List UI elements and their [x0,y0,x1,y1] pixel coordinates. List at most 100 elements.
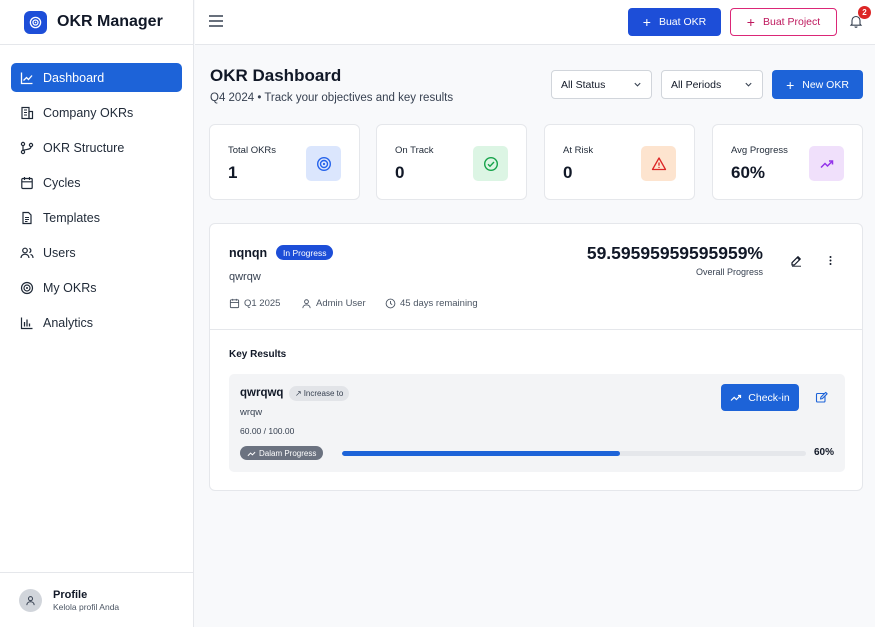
app-title: OKR Manager [57,13,163,30]
stat-label: At Risk [563,145,594,156]
okr-period: Q1 2025 [229,298,280,309]
chart-line-icon [20,72,33,84]
chevron-down-icon [634,82,641,87]
status-filter-select[interactable]: All Status [551,70,652,99]
sidebar-item-dashboard[interactable]: Dashboard [11,63,182,92]
edit-key-result-icon[interactable] [813,389,829,405]
chevron-down-icon [745,82,752,87]
sidebar-item-label: Dashboard [43,70,105,85]
overall-progress-label: Overall Progress [695,267,763,277]
divider [210,329,862,330]
plus-icon: + [786,76,795,93]
sidebar-item-label: Company OKRs [43,105,134,120]
key-result-progress-percent: 60% [813,447,834,458]
status-filter-value: All Status [561,78,606,91]
avatar [19,588,42,612]
period-filter-select[interactable]: All Periods [661,70,763,99]
stat-value: 0 [395,163,405,182]
stat-value: 60% [731,163,766,182]
brand: OKR Manager [0,0,193,45]
stat-label: Total OKRs [228,145,277,156]
edit-icon[interactable] [788,252,804,268]
topbar: + Buat OKR + Buat Project 2 [195,0,875,45]
new-okr-label: New OKR [802,78,849,91]
target-icon [20,281,34,294]
key-result-progress-bar [342,451,806,456]
arrow-up-right-icon: ↗ [295,389,302,398]
profile-text: Profile Kelola profil Anda [53,589,119,612]
stat-label: On Track [395,145,434,156]
calendar-icon [21,176,33,189]
okr-owner: Admin User [301,298,366,309]
key-result-title: qwrqwq [240,387,284,399]
structure-icon [20,141,34,154]
sidebar-item-okr-structure[interactable]: OKR Structure [11,133,182,162]
buat-okr-button[interactable]: + Buat OKR [628,8,721,36]
page-title: OKR Dashboard [210,66,342,85]
target-icon [306,146,341,181]
stat-card-avg-progress: Avg Progress 60% [712,124,863,200]
sidebar-item-label: OKR Structure [43,140,125,155]
trending-up-icon [730,394,742,401]
okr-owner-text: Admin User [316,298,366,309]
status-badge: In Progress [276,245,334,260]
user-icon [26,595,35,605]
key-result-description: wrqw [240,407,263,418]
profile-link[interactable]: Profile Kelola profil Anda [0,572,194,627]
check-in-button[interactable]: Check-in [721,384,799,411]
okr-description: qwrqw [229,271,261,283]
stat-label: Avg Progress [731,145,788,156]
users-icon [20,247,34,258]
stat-card-on-track: On Track 0 [376,124,527,200]
stat-card-total-okrs: Total OKRs 1 [209,124,360,200]
okr-remaining-text: 45 days remaining [400,298,478,309]
stat-value: 0 [563,163,573,182]
hamburger-menu-icon[interactable] [207,12,225,30]
stat-card-at-risk: At Risk 0 [544,124,695,200]
clock-icon [385,298,396,309]
warning-icon [641,146,676,181]
sidebar-item-templates[interactable]: Templates [11,203,182,232]
profile-subtitle: Kelola profil Anda [53,601,120,612]
buat-project-label: Buat Project [762,16,821,28]
key-results-heading: Key Results [229,349,287,360]
key-result-value: 60.00 / 100.00 [240,426,295,436]
trending-up-icon [809,146,844,181]
app-logo-icon [24,10,47,34]
more-vertical-icon[interactable] [822,252,838,268]
sidebar-item-label: Cycles [43,175,81,190]
key-result-progress-fill [342,451,621,456]
key-result-status-badge: Dalam Progress [240,446,324,460]
overall-progress-value: 59.59595959595959% [586,243,763,263]
sidebar-item-label: Analytics [43,315,94,330]
key-result-type-text: Increase to [303,389,344,398]
sidebar-item-cycles[interactable]: Cycles [11,168,182,197]
sidebar-item-my-okrs[interactable]: My OKRs [11,273,182,302]
okr-period-text: Q1 2025 [244,298,281,309]
building-icon [21,106,34,119]
key-result-item: qwrqwq ↗ Increase to wrqw 60.00 / 100.00… [229,374,845,472]
key-result-type-badge: ↗ Increase to [289,386,350,401]
key-result-status-text: Dalam Progress [259,448,317,458]
sidebar-item-label: My OKRs [43,280,97,295]
sidebar-item-users[interactable]: Users [11,238,182,267]
document-icon [22,211,32,224]
check-circle-icon [473,146,508,181]
page-subtitle: Q4 2024 • Track your objectives and key … [210,92,454,104]
sidebar-item-label: Users [43,245,76,260]
sidebar-item-label: Templates [43,210,100,225]
sidebar: OKR Manager Dashboard Company OKRs OKR S… [0,0,194,627]
calendar-icon [229,298,240,309]
okr-remaining: 45 days remaining [385,298,478,309]
period-filter-value: All Periods [671,78,722,91]
plus-icon: + [642,14,651,30]
sidebar-nav: Dashboard Company OKRs OKR Structure Cyc… [0,45,193,337]
new-okr-button[interactable]: + New OKR [772,70,863,99]
okr-card: nqnqn In Progress qwrqw Q1 2025 Admin Us… [209,223,863,491]
sidebar-item-analytics[interactable]: Analytics [11,308,182,337]
sidebar-item-company-okrs[interactable]: Company OKRs [11,98,182,127]
bar-chart-icon [20,317,33,329]
okr-title: nqnqn [229,246,268,260]
buat-project-button[interactable]: + Buat Project [730,8,837,36]
stat-value: 1 [228,163,238,182]
